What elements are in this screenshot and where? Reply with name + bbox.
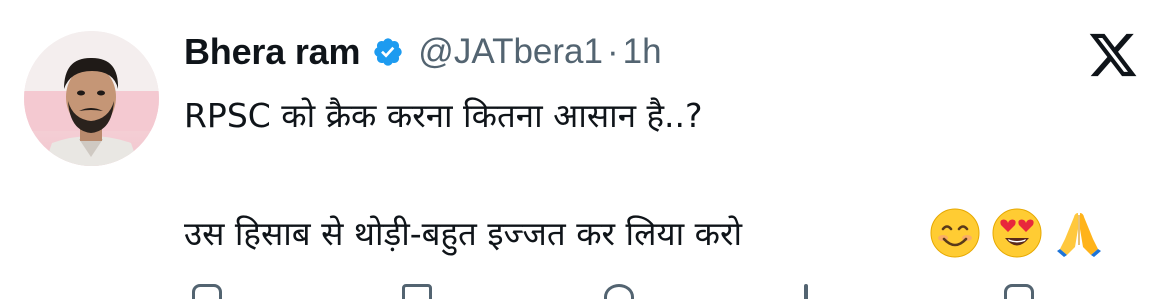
smiling-face-emoji <box>930 208 980 258</box>
avatar[interactable] <box>24 31 159 166</box>
bookmark-icon[interactable] <box>1004 284 1034 299</box>
user-handle[interactable]: @JATbera1 <box>418 32 603 72</box>
tweet-header: Bhera ram @JATbera1 · 1h <box>184 28 662 76</box>
like-icon[interactable] <box>604 284 634 299</box>
emoji-row <box>929 207 1105 259</box>
separator-dot: · <box>606 32 619 71</box>
retweet-icon[interactable] <box>402 284 432 299</box>
heart-eyes-emoji <box>992 208 1042 258</box>
avatar-image <box>24 31 159 166</box>
timestamp[interactable]: 1h <box>623 32 662 72</box>
tweet-actions <box>184 284 1064 299</box>
verified-badge-icon[interactable] <box>372 36 404 68</box>
folded-hands-emoji <box>1057 213 1101 257</box>
tweet-card[interactable]: Bhera ram @JATbera1 · 1h RPSC को क्रैक क… <box>0 0 1169 299</box>
reply-icon[interactable] <box>192 284 222 299</box>
x-logo-icon <box>1085 29 1141 81</box>
tweet-text-line-2: उस हिसाब से थोड़ी-बहुत इज्जत कर लिया करो <box>184 214 743 253</box>
views-icon[interactable] <box>804 284 808 299</box>
tweet-text-line-1: RPSC को क्रैक करना कितना आसान है..? <box>184 96 703 135</box>
display-name[interactable]: Bhera ram <box>184 31 360 73</box>
